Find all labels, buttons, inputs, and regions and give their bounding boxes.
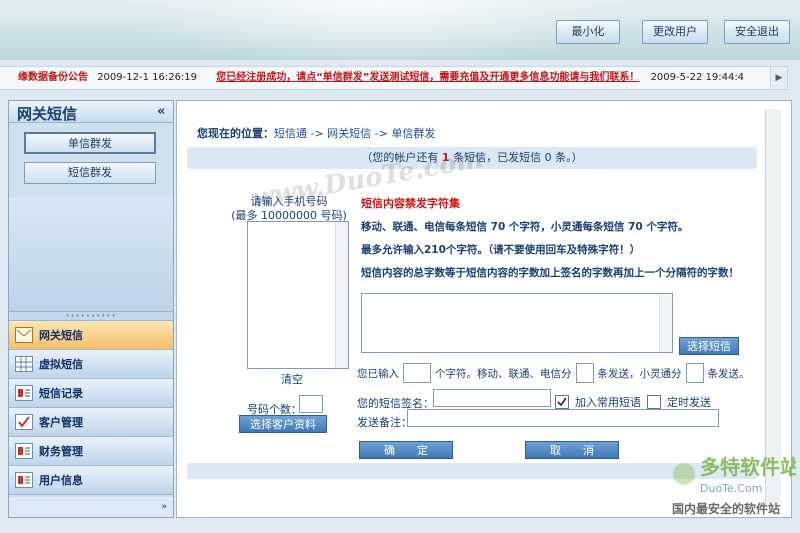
logout-button[interactable]: 安全退出 — [724, 20, 790, 44]
grid-icon — [15, 356, 33, 372]
sidebar-item-label: 短信记录 — [39, 387, 83, 400]
add-common-label: 加入常用短语 — [575, 396, 641, 409]
watermark-logo-cn: 多特软件站 — [700, 455, 796, 479]
single-send-button[interactable]: 单信群发 — [24, 132, 156, 154]
rule-max-chars: 最多允许输入210个字符。（请不要使用回车及特殊字符！） — [361, 244, 641, 256]
sidebar-item-label: 客户管理 — [39, 416, 83, 429]
select-message-button[interactable]: 选择短信 — [679, 337, 739, 355]
sidebar-item-label: 虚拟短信 — [39, 358, 83, 371]
ledger-icon — [15, 443, 33, 459]
rule-total-chars: 短信内容的总字数等于短信内容的字数加上签名的字数再加上一个分隔符的字数！ — [361, 267, 739, 279]
ticker-title: 缘数据备份公告 — [18, 72, 88, 83]
sidebar: 网关短信 « 单信群发 短信群发 •••••••••• 网关短信 虚拟短信 短信… — [8, 100, 174, 518]
timed-send-label: 定时发送 — [667, 396, 711, 409]
rule-char-limit: 移动、联通、电信每条短信 70 个字符，小灵通每条短信 70 个字符。 — [361, 221, 689, 233]
add-common-checkbox[interactable] — [555, 395, 569, 409]
signature-field[interactable] — [433, 389, 551, 407]
change-user-button[interactable]: 更改用户 — [642, 20, 708, 44]
message-box-scrollbar[interactable] — [659, 294, 672, 352]
breadcrumb: 您现在的位置：短信通 -> 网关短信 -> 单信群发 — [197, 125, 435, 141]
expand-more-icon[interactable]: » — [9, 497, 173, 517]
forbidden-chars-link[interactable]: 短信内容禁发字符集 — [361, 195, 460, 211]
sidebar-item-label: 网关短信 — [39, 329, 83, 342]
sidebar-title: 网关短信 — [17, 105, 78, 123]
sidebar-item-gateway-sms[interactable]: 网关短信 — [9, 321, 173, 350]
ticker-message-time: 2009-5-22 19:44:4 — [650, 72, 745, 83]
timed-send-option[interactable]: 定时发送 — [647, 394, 711, 410]
ticker-scroll-icon[interactable]: ▶ — [770, 66, 788, 90]
checklist-icon — [15, 414, 33, 430]
sidebar-item-sms-records[interactable]: 短信记录 — [9, 379, 173, 408]
user-card-icon — [15, 472, 33, 488]
input-prefix: 您已输入 — [357, 367, 399, 380]
add-common-phrase-option[interactable]: 加入常用短语 — [555, 394, 641, 410]
select-client-button[interactable]: 选择客户资料 — [239, 415, 327, 433]
input-mid1: 个字符。移动、联通、电信分 — [435, 367, 572, 380]
watermark-slogan: 国内最安全的软件站 — [672, 502, 781, 516]
record-icon — [15, 385, 33, 401]
main-scrollbar[interactable] — [765, 109, 781, 507]
note-label: 发送备注： — [357, 416, 412, 429]
input-suffix: 条发送。 — [707, 367, 750, 380]
phone-box-scrollbar[interactable] — [335, 222, 348, 368]
cancel-button[interactable]: 取 消 — [525, 441, 619, 459]
collapse-icon[interactable]: « — [157, 104, 165, 119]
group-send-button[interactable]: 短信群发 — [24, 162, 156, 184]
sidebar-item-label: 用户信息 — [39, 474, 83, 487]
sidebar-item-label: 财务管理 — [39, 445, 83, 458]
watermark-logo-en: DuoTe.Com — [700, 482, 762, 495]
ticker-title-time: 2009-12-1 16:26:19 — [97, 72, 198, 83]
sidebar-body — [9, 197, 173, 319]
timed-send-checkbox[interactable] — [647, 395, 661, 409]
note-field[interactable] — [407, 409, 719, 427]
mobile-parts-field[interactable] — [575, 363, 594, 383]
sidebar-item-user-info[interactable]: 用户信息 — [9, 466, 173, 495]
sidebar-item-virtual-sms[interactable]: 虚拟短信 — [9, 350, 173, 379]
input-mid2: 条发送，小灵通分 — [597, 367, 682, 380]
number-count-field[interactable] — [299, 395, 323, 413]
minimize-button[interactable]: 最小化 — [556, 20, 620, 44]
breadcrumb-path[interactable]: 短信通 -> 网关短信 -> 单信群发 — [274, 127, 435, 140]
sidebar-item-finance[interactable]: 财务管理 — [9, 437, 173, 466]
announcement-ticker: 缘数据备份公告 2009-12-1 16:26:19 您已经注册成功，请点“单信… — [0, 66, 770, 90]
clear-link[interactable]: 清空 — [281, 371, 303, 387]
envelope-icon — [15, 327, 33, 343]
char-count-line: 您已输入 个字符。移动、联通、电信分 条发送，小灵通分 条发送。 — [357, 363, 750, 383]
sidebar-item-customers[interactable]: 客户管理 — [9, 408, 173, 437]
ticker-message[interactable]: 您已经注册成功，请点“单信群发”发送测试短信，需要充值及开通更多信息功能请与我们… — [216, 72, 639, 83]
sidebar-header: 网关短信 « — [9, 101, 173, 123]
char-count-field[interactable] — [403, 363, 431, 383]
breadcrumb-label: 您现在的位置： — [197, 127, 274, 140]
message-content-input[interactable] — [361, 293, 673, 353]
phs-parts-field[interactable] — [685, 363, 704, 383]
sidebar-splitter[interactable]: •••••••••• — [9, 311, 173, 321]
confirm-button[interactable]: 确 定 — [359, 441, 453, 459]
phone-numbers-input[interactable] — [247, 221, 349, 369]
